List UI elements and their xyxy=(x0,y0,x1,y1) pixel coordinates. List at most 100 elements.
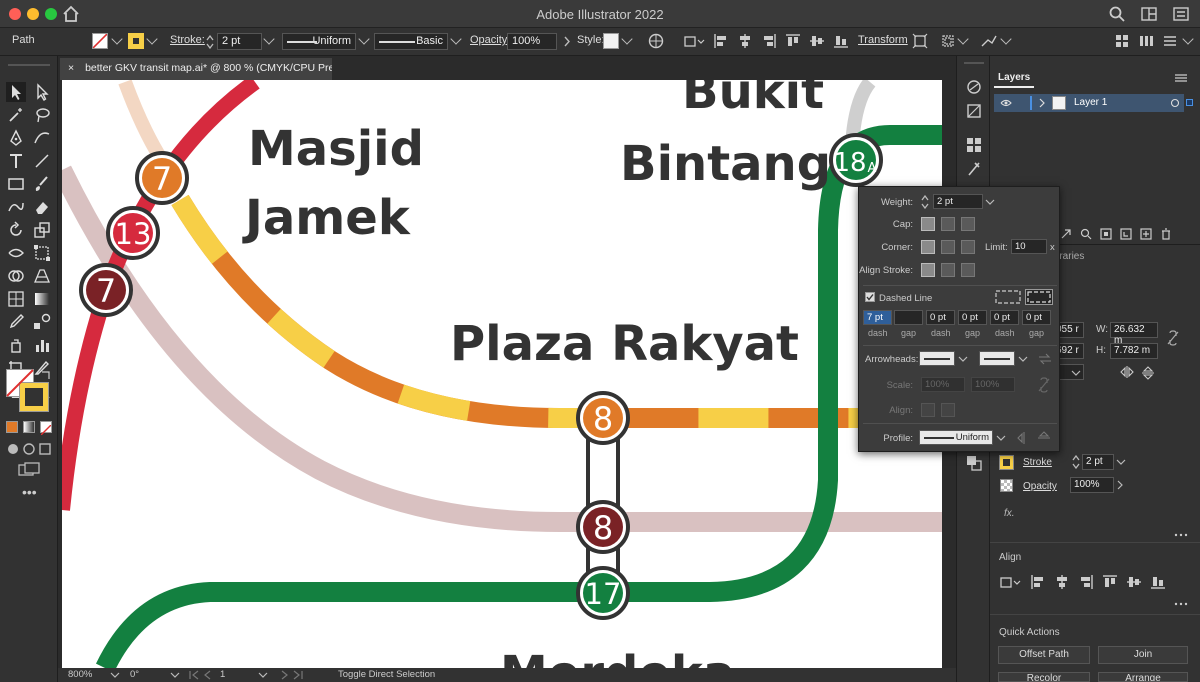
transparency-panel-icon[interactable] xyxy=(965,454,983,472)
stepper-icon[interactable] xyxy=(921,195,929,209)
preserve-dash-icon[interactable] xyxy=(995,290,1021,304)
flip-profile-horizontal-icon[interactable] xyxy=(1017,431,1031,445)
perspective-grid-tool-icon[interactable] xyxy=(32,266,52,286)
direct-selection-tool-icon[interactable] xyxy=(32,82,52,102)
dash-field-2[interactable]: 0 pt xyxy=(926,310,955,325)
draw-mode-icon[interactable] xyxy=(6,442,20,456)
graphic-style-swatch[interactable] xyxy=(603,33,619,49)
variable-width-profile[interactable]: Uniform xyxy=(282,33,356,50)
miter-join-button[interactable] xyxy=(921,240,935,254)
dash-field-1[interactable]: 7 pt xyxy=(863,310,892,325)
offset-path-button[interactable]: Offset Path xyxy=(998,646,1090,664)
align-right-icon[interactable] xyxy=(1078,574,1094,590)
station-marker[interactable]: 17 xyxy=(576,566,630,620)
chevron-down-icon[interactable] xyxy=(958,355,968,363)
opacity-field[interactable]: 100% xyxy=(1070,477,1114,493)
brushes-panel-icon[interactable] xyxy=(965,160,983,178)
chevron-down-icon[interactable] xyxy=(1116,458,1126,466)
flip-horizontal-icon[interactable] xyxy=(1120,366,1134,378)
document-tab[interactable]: × better GKV transit map.ai* @ 800 % (CM… xyxy=(60,58,332,80)
stepper-icon[interactable] xyxy=(1072,455,1080,469)
gap-field-2[interactable]: 0 pt xyxy=(958,310,987,325)
dash-field-3[interactable]: 0 pt xyxy=(990,310,1019,325)
distribute-icon[interactable] xyxy=(1138,33,1154,49)
panel-menu-icon[interactable] xyxy=(1162,33,1178,49)
delete-layer-icon[interactable] xyxy=(1160,228,1172,240)
none-mode-button[interactable] xyxy=(40,421,52,436)
width-tool-icon[interactable] xyxy=(6,243,26,263)
round-cap-button[interactable] xyxy=(941,217,955,231)
chevron-down-icon[interactable] xyxy=(996,434,1006,442)
constrain-proportions-icon[interactable] xyxy=(1166,330,1180,346)
align-to-selection-icon[interactable] xyxy=(683,33,705,49)
artboard-number[interactable]: 1 xyxy=(220,669,225,680)
join-button[interactable]: Join xyxy=(1098,646,1188,664)
rotation-value[interactable]: 0° xyxy=(130,669,139,680)
brush-dropdown-icon[interactable] xyxy=(450,33,462,45)
transform-bounding-icon[interactable] xyxy=(912,33,928,49)
station-marker[interactable]: 18 A xyxy=(829,133,883,187)
limit-field[interactable]: 10 xyxy=(1011,239,1047,254)
search-layers-icon[interactable] xyxy=(1080,228,1092,240)
width-field[interactable]: 26.632 m xyxy=(1110,322,1158,346)
zoom-level[interactable]: 800% xyxy=(68,669,92,680)
chevron-down-icon[interactable] xyxy=(1018,355,1028,363)
station-marker[interactable]: 7 xyxy=(79,263,133,317)
swatches-panel-icon[interactable] xyxy=(965,136,983,154)
gap-field-1[interactable] xyxy=(894,310,923,325)
blend-tool-icon[interactable] xyxy=(32,312,52,332)
align-center-icon[interactable] xyxy=(1054,574,1070,590)
mesh-tool-icon[interactable] xyxy=(6,289,26,309)
puppet-dropdown-icon[interactable] xyxy=(1000,33,1012,45)
new-layer-icon[interactable] xyxy=(1140,228,1152,240)
line-segment-tool-icon[interactable] xyxy=(32,151,52,171)
screen-mode-icon[interactable] xyxy=(18,462,40,478)
align-to-icon[interactable] xyxy=(1000,574,1022,590)
align-top-icon[interactable] xyxy=(1102,574,1118,590)
dashed-line-checkbox[interactable] xyxy=(865,292,875,302)
transit-map[interactable]: 7 13 7 8 8 17 18 A Bukit Bintang Masjid … xyxy=(62,80,942,668)
recolor-artwork-icon[interactable] xyxy=(648,33,664,49)
align-left-icon[interactable] xyxy=(1030,574,1046,590)
transform-panel-link[interactable]: Transform xyxy=(858,34,908,46)
eraser-tool-icon[interactable] xyxy=(32,197,52,217)
gradient-tool-icon[interactable] xyxy=(32,289,52,309)
arrange-documents-icon[interactable] xyxy=(1140,5,1158,23)
shape-builder-tool-icon[interactable] xyxy=(6,266,26,286)
stroke-swatch[interactable] xyxy=(128,33,144,49)
swap-fill-stroke-icon[interactable] xyxy=(40,369,52,381)
eyedropper-tool-icon[interactable] xyxy=(6,312,26,332)
align-stroke-outside-button[interactable] xyxy=(961,263,975,277)
height-field[interactable]: 7.782 m xyxy=(1110,343,1158,359)
rotation-dropdown-icon[interactable] xyxy=(170,671,180,679)
arrange-button[interactable]: Arrange xyxy=(1098,672,1188,682)
free-transform-tool-icon[interactable] xyxy=(32,243,52,263)
draw-inside-icon[interactable] xyxy=(38,442,52,456)
swap-arrowheads-icon[interactable] xyxy=(1038,353,1052,365)
search-icon[interactable] xyxy=(1108,5,1126,23)
strip-grip-icon[interactable] xyxy=(962,60,986,66)
fx-button[interactable]: fx. xyxy=(1004,508,1015,519)
stroke-link[interactable]: Stroke xyxy=(1023,457,1052,468)
flip-vertical-icon[interactable] xyxy=(1142,366,1154,380)
tab-layers[interactable]: Layers xyxy=(998,72,1030,83)
end-arrowhead-select[interactable] xyxy=(979,351,1015,366)
station-marker[interactable]: 8 xyxy=(576,500,630,554)
align-left-icon[interactable] xyxy=(713,33,729,49)
rotate-tool-icon[interactable] xyxy=(6,220,26,240)
close-tab-icon[interactable]: × xyxy=(68,62,74,74)
isolate-selection-icon[interactable] xyxy=(940,33,956,49)
stroke-weight-dropdown-icon[interactable] xyxy=(263,33,275,45)
butt-cap-button[interactable] xyxy=(921,217,935,231)
symbol-sprayer-tool-icon[interactable] xyxy=(6,335,26,355)
stroke-weight-field[interactable]: 2 pt xyxy=(217,33,262,50)
gradient-mode-button[interactable] xyxy=(23,421,35,433)
align-bottom-icon[interactable] xyxy=(833,33,849,49)
opacity-panel-link[interactable]: Opacity: xyxy=(470,34,510,46)
layer-row[interactable]: Layer 1 xyxy=(994,94,1193,112)
align-middle-icon[interactable] xyxy=(809,33,825,49)
more-options-icon[interactable] xyxy=(1174,532,1188,538)
paintbrush-tool-icon[interactable] xyxy=(32,174,52,194)
scale-tool-icon[interactable] xyxy=(32,220,52,240)
align-stroke-inside-button[interactable] xyxy=(941,263,955,277)
